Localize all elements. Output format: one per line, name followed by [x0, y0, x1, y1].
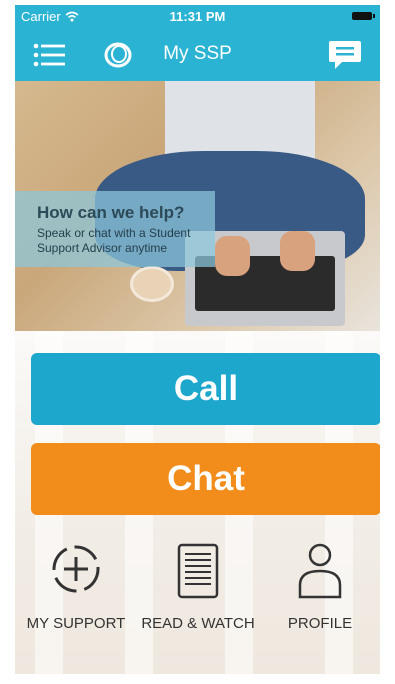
help-subtext: Speak or chat with a Student Support Adv…: [37, 226, 191, 255]
clock: 11:31 PM: [169, 8, 226, 24]
tab-label: MY SUPPORT: [26, 615, 126, 632]
battery-icon: [352, 12, 375, 20]
status-bar: Carrier 11:31 PM: [15, 5, 380, 27]
app-screen: Carrier 11:31 PM My SSP How can we help?…: [15, 5, 380, 674]
document-icon: [177, 543, 219, 599]
tab-read-watch[interactable]: READ & WATCH: [137, 535, 259, 645]
chat-bubble-icon[interactable]: [328, 39, 362, 71]
chat-button[interactable]: Chat: [31, 443, 380, 515]
bottom-tab-bar: MY SUPPORT READ & WATCH PROFILE: [15, 535, 380, 645]
page-title: My SSP: [163, 43, 232, 64]
tab-profile[interactable]: PROFILE: [259, 535, 380, 645]
hero-hand: [280, 231, 315, 271]
tab-label: PROFILE: [287, 615, 353, 632]
call-button[interactable]: Call: [31, 353, 380, 425]
nav-bar: My SSP: [15, 27, 380, 81]
help-heading: How can we help?: [37, 203, 185, 222]
hero-image: How can we help? Speak or chat with a St…: [15, 81, 380, 331]
tab-my-support[interactable]: MY SUPPORT: [15, 535, 137, 645]
help-callout: How can we help? Speak or chat with a St…: [15, 191, 215, 267]
plus-circle-icon: [52, 545, 100, 593]
tab-label: READ & WATCH: [141, 615, 255, 632]
hero-hand: [215, 236, 250, 276]
hero-cup: [130, 266, 174, 302]
profile-icon: [298, 543, 342, 599]
